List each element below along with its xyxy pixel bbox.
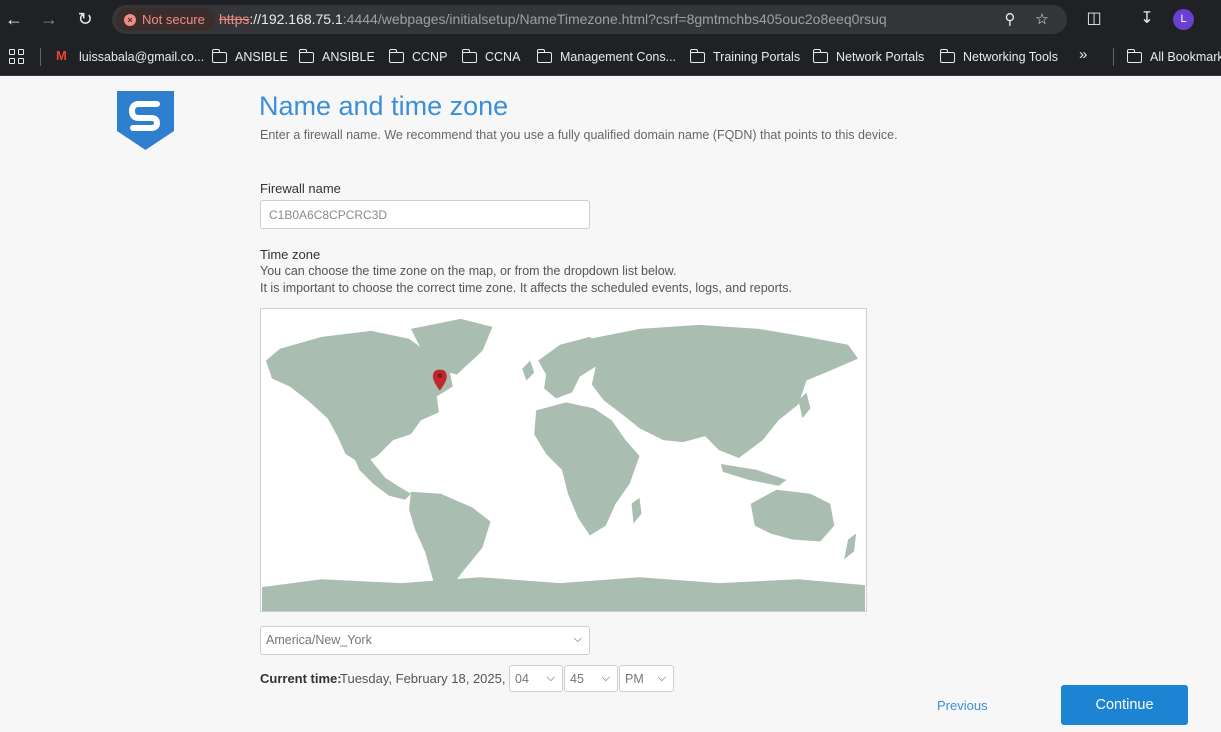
bookmark-label: luissabala@gmail.co... xyxy=(79,50,205,64)
bookmark-ansible-1[interactable]: ANSIBLE xyxy=(211,48,288,66)
zoom-icon[interactable]: ⚲ xyxy=(1001,11,1019,29)
download-icon[interactable]: ↧ xyxy=(1137,9,1157,29)
setup-page: Name and time zone Enter a firewall name… xyxy=(0,77,1221,732)
bookmarks-divider xyxy=(1113,48,1114,66)
back-icon[interactable]: ← xyxy=(4,9,24,29)
bookmark-label: Training Portals xyxy=(713,50,801,64)
sophos-logo xyxy=(117,91,174,150)
hour-value: 04 xyxy=(515,672,529,686)
url-text[interactable]: https://192.168.75.1:4444/webpages/initi… xyxy=(219,11,887,27)
reload-icon[interactable]: ↻ xyxy=(75,9,95,29)
ampm-select[interactable]: PM ⌵ xyxy=(619,665,674,692)
folder-icon xyxy=(461,48,477,63)
timezone-label: Time zone xyxy=(260,247,321,262)
chevron-down-icon: ⌵ xyxy=(573,633,582,645)
address-bar[interactable]: × Not secure https://192.168.75.1:4444/w… xyxy=(112,5,1067,34)
bookmark-training-portals[interactable]: Training Portals xyxy=(689,48,801,66)
ampm-value: PM xyxy=(625,672,644,686)
apps-icon[interactable] xyxy=(9,49,25,65)
timezone-help-2: It is important to choose the correct ti… xyxy=(260,281,792,295)
url-scheme: https xyxy=(219,11,250,27)
minute-select[interactable]: 45 ⌵ xyxy=(564,665,618,692)
star-icon[interactable]: ☆ xyxy=(1033,11,1051,29)
warning-icon: × xyxy=(124,13,136,26)
folder-icon xyxy=(536,48,552,63)
timezone-select[interactable]: America/New_York ⌵ xyxy=(260,626,590,655)
chevron-down-icon: ⌵ xyxy=(657,672,666,684)
bookmark-all[interactable]: All Bookmarks xyxy=(1126,48,1221,66)
previous-link[interactable]: Previous xyxy=(937,698,988,713)
security-chip[interactable]: × Not secure xyxy=(116,8,215,31)
folder-icon xyxy=(689,48,705,63)
url-path: :4444/webpages/initialsetup/NameTimezone… xyxy=(342,11,887,27)
timezone-help-1: You can choose the time zone on the map,… xyxy=(260,264,677,278)
bookmark-label: CCNA xyxy=(485,50,521,64)
bookmark-label: Management Cons... xyxy=(560,50,677,64)
url-host: ://192.168.75.1 xyxy=(249,11,343,27)
firewall-name-label: Firewall name xyxy=(260,181,341,196)
security-label: Not secure xyxy=(142,12,205,27)
bookmark-label: CCNP xyxy=(412,50,448,64)
timezone-value: America/New_York xyxy=(266,633,372,647)
timezone-map[interactable] xyxy=(260,308,867,612)
chevron-down-icon: ⌵ xyxy=(601,672,610,684)
bookmark-label: Network Portals xyxy=(836,50,925,64)
bookmark-label: ANSIBLE xyxy=(235,50,288,64)
page-title: Name and time zone xyxy=(259,91,509,121)
folder-icon xyxy=(211,48,227,63)
hour-select[interactable]: 04 ⌵ xyxy=(509,665,563,692)
more-bookmarks-icon[interactable]: » xyxy=(1079,46,1087,63)
bookmark-label: Networking Tools xyxy=(963,50,1058,64)
bookmark-management[interactable]: Management Cons... xyxy=(536,48,677,66)
bookmark-gmail[interactable]: luissabala@gmail.co... xyxy=(56,48,204,66)
continue-button[interactable]: Continue xyxy=(1061,685,1188,725)
bookmark-ansible-2[interactable]: ANSIBLE xyxy=(298,48,375,66)
bookmarks-divider xyxy=(40,48,41,66)
forward-icon[interactable]: → xyxy=(39,9,59,29)
folder-icon xyxy=(1126,48,1142,63)
folder-icon xyxy=(298,48,314,63)
bookmark-label: All Bookmarks xyxy=(1150,50,1221,64)
browser-toolbar: ← → ↻ × Not secure https://192.168.75.1:… xyxy=(0,0,1221,38)
bookmarks-bar: luissabala@gmail.co... ANSIBLE ANSIBLE C… xyxy=(0,38,1221,76)
chevron-down-icon: ⌵ xyxy=(546,672,555,684)
extensions-icon[interactable]: ◫ xyxy=(1084,9,1104,29)
page-subtitle: Enter a firewall name. We recommend that… xyxy=(260,128,898,142)
bookmark-network-portals[interactable]: Network Portals xyxy=(812,48,925,66)
folder-icon xyxy=(812,48,828,63)
gmail-icon xyxy=(56,48,71,63)
profile-avatar[interactable]: L xyxy=(1173,9,1194,30)
bookmark-ccna[interactable]: CCNA xyxy=(461,48,521,66)
bookmark-ccnp[interactable]: CCNP xyxy=(388,48,448,66)
bookmark-networking-tools[interactable]: Networking Tools xyxy=(939,48,1058,66)
folder-icon xyxy=(939,48,955,63)
current-date: Tuesday, February 18, 2025, xyxy=(340,671,506,686)
bookmark-label: ANSIBLE xyxy=(322,50,375,64)
minute-value: 45 xyxy=(570,672,584,686)
firewall-name-input[interactable] xyxy=(260,200,590,229)
folder-icon xyxy=(388,48,404,63)
current-time-label: Current time: xyxy=(260,671,342,686)
